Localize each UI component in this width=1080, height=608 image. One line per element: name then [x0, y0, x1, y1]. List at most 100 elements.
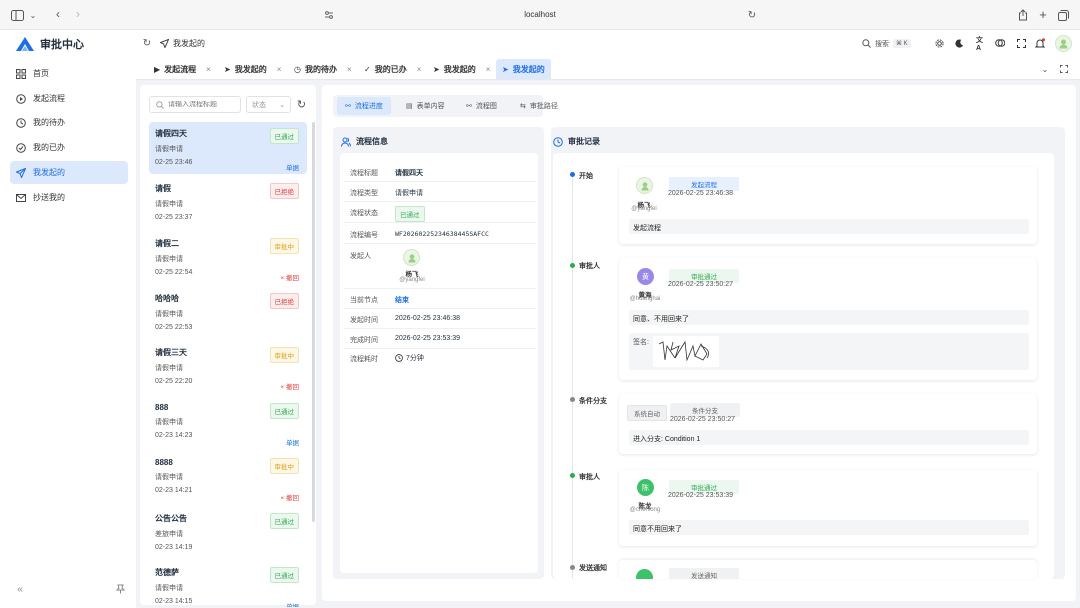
sidebar-item-cc[interactable]: 抄送我的: [10, 186, 128, 209]
list-item-action[interactable]: × 撤回: [280, 381, 299, 391]
list-item-action[interactable]: × 撤回: [280, 272, 299, 282]
tab-approval-path[interactable]: ⇆ 审批路径: [512, 97, 566, 115]
record-avatar: [636, 569, 653, 579]
flow-icon: ⚯: [466, 103, 472, 110]
refresh-list-icon[interactable]: ↻: [296, 99, 307, 111]
list-item-type: 请假申请: [155, 201, 183, 208]
sidebar-item-start-process[interactable]: 发起流程: [10, 87, 128, 110]
back-icon[interactable]: ‹: [53, 7, 63, 21]
tab-overview-icon[interactable]: [1057, 9, 1069, 21]
new-tab-icon[interactable]: +: [1037, 7, 1049, 22]
record-handle: @chenlong: [629, 507, 661, 513]
record-time: 2026-02-25 23:46:38: [668, 190, 733, 197]
info-heading-label: 流程信息: [356, 137, 388, 146]
info-label: 完成时间: [350, 337, 378, 344]
status-badge: 审批中: [269, 238, 299, 254]
status-select[interactable]: 状态 ⌄: [246, 96, 291, 113]
info-value-start: 2026-02-25 23:46:38: [395, 315, 460, 322]
app-logo[interactable]: 审批中心: [16, 36, 84, 52]
close-icon[interactable]: ×: [486, 65, 491, 74]
close-icon[interactable]: ×: [206, 65, 211, 74]
chevron-down-icon[interactable]: ⌄: [29, 10, 37, 20]
tab-label: 发起流程: [164, 64, 197, 74]
send-icon: [16, 167, 26, 178]
sidebar-item-done[interactable]: 我的已办: [10, 136, 128, 159]
list-item[interactable]: 8888 请假申请 02-23 14:21 审批中 × 撤回: [149, 452, 307, 504]
timeline-dot: [570, 397, 575, 402]
collapse-sidebar-icon[interactable]: «: [14, 583, 26, 595]
chevron-down-icon[interactable]: ⌄: [1040, 64, 1050, 74]
tab-form[interactable]: ▤ 表单内容: [398, 97, 453, 115]
list-item[interactable]: 哈哈哈 请假申请 02-25 22:53 已拒绝: [149, 287, 307, 339]
info-value-type: 请假申请: [395, 190, 423, 197]
tab-my-initiated[interactable]: ➤ 我发起的 ×: [218, 59, 287, 79]
site-settings-icon[interactable]: [323, 9, 335, 21]
signature-label: 签名:: [633, 339, 649, 346]
record-card: 发送通知: [619, 560, 1037, 579]
search-button[interactable]: 搜索 ⌘ K: [862, 37, 918, 50]
user-avatar[interactable]: [1055, 35, 1072, 52]
maximize-icon[interactable]: [1059, 64, 1069, 74]
initiator-handle: @yangfei: [399, 277, 425, 283]
pin-icon[interactable]: [114, 583, 126, 595]
clock-icon: [16, 117, 26, 128]
bell-icon[interactable]: [1034, 37, 1045, 49]
send-icon: ➤: [502, 64, 509, 74]
signature-image: [653, 336, 719, 367]
list-item[interactable]: 请假四天 请假申请 02-25 23:46 已通过 单据: [149, 122, 307, 174]
tab-label: 我发起的: [234, 64, 267, 74]
breadcrumb: 我发起的: [160, 38, 205, 49]
timeline-line: [572, 175, 573, 579]
tab-progress[interactable]: ⚯ 流程进度: [337, 97, 391, 115]
list-item-action[interactable]: 单据: [286, 601, 299, 607]
tab-start-process[interactable]: ▶ 发起流程 ×: [148, 59, 217, 79]
search-input-wrap[interactable]: [149, 96, 241, 113]
close-icon[interactable]: ×: [417, 65, 422, 74]
tab-done[interactable]: ✓ 我的已办 ×: [358, 59, 427, 79]
tab-my-initiated-2[interactable]: ➤ 我发起的 ×: [427, 59, 496, 79]
list-item[interactable]: 888 请假申请 02-23 14:23 已通过 单据: [149, 397, 307, 449]
translate-icon[interactable]: 文A: [976, 37, 986, 52]
list-item-type: 请假申请: [155, 585, 183, 592]
list-item-action[interactable]: × 撤回: [280, 492, 299, 502]
forward-icon[interactable]: ›: [73, 7, 83, 21]
list-item[interactable]: 请假三天 请假申请 02-25 22:20 审批中 × 撤回: [149, 341, 307, 393]
list-item[interactable]: 请假 请假申请 02-25 23:37 已拒绝: [149, 177, 307, 229]
dark-mode-icon[interactable]: [954, 38, 964, 48]
sidebar: 审批中心 首页 发起流程 我的待办 我的已办 我发起的 抄送我的 «: [0, 30, 136, 608]
divider: [344, 201, 536, 202]
list-item-action[interactable]: 单据: [286, 162, 299, 172]
info-label: 流程耗时: [350, 356, 378, 363]
sidebar-item-home[interactable]: 首页: [10, 62, 128, 85]
tab-flowchart[interactable]: ⚯ 流程图: [458, 97, 505, 115]
list-item[interactable]: 公告公告 差旅申请 02-23 14:19 已通过: [149, 507, 307, 559]
sidebar-toggle-icon[interactable]: [10, 9, 24, 21]
list-item-time: 02-23 14:15: [155, 598, 193, 605]
tab-my-initiated-active[interactable]: ➤ 我发起的: [496, 59, 551, 79]
close-icon[interactable]: ×: [347, 65, 352, 74]
tab-todo[interactable]: ◷ 我的待办 ×: [288, 59, 358, 79]
list-item-time: 02-25 22:54: [155, 269, 193, 276]
record-time: 2026-02-25 23:50:27: [670, 416, 735, 423]
sidebar-item-my-initiated[interactable]: 我发起的: [10, 161, 128, 184]
list-item[interactable]: 请假二 请假申请 02-25 22:54 审批中 × 撤回: [149, 232, 307, 284]
list-item-action[interactable]: 单据: [286, 437, 299, 447]
list-item-time: 02-25 23:46: [155, 159, 193, 166]
record-message: 进入分支: Condition 1: [629, 430, 1029, 445]
reload-icon[interactable]: ↻: [746, 9, 758, 21]
list-item-type: 请假申请: [155, 146, 183, 153]
fullscreen-icon[interactable]: [1016, 38, 1026, 48]
records-heading-label: 审批记录: [568, 137, 600, 146]
info-label: 流程标题: [350, 170, 378, 177]
theme-icon[interactable]: [995, 38, 1005, 48]
url-bar[interactable]: localhost: [500, 10, 580, 19]
share-icon[interactable]: [1017, 8, 1029, 21]
settings-icon[interactable]: [934, 38, 944, 48]
sidebar-item-todo[interactable]: 我的待办: [10, 111, 128, 134]
close-icon[interactable]: ×: [277, 65, 282, 74]
list-item[interactable]: 范德萨请假申请02-23 14:15已通过单据: [149, 561, 307, 607]
info-label: 流程编号: [350, 232, 378, 239]
refresh-icon[interactable]: ↻: [142, 38, 152, 49]
list-scrollbar[interactable]: [312, 122, 315, 522]
search-input[interactable]: [168, 101, 238, 108]
